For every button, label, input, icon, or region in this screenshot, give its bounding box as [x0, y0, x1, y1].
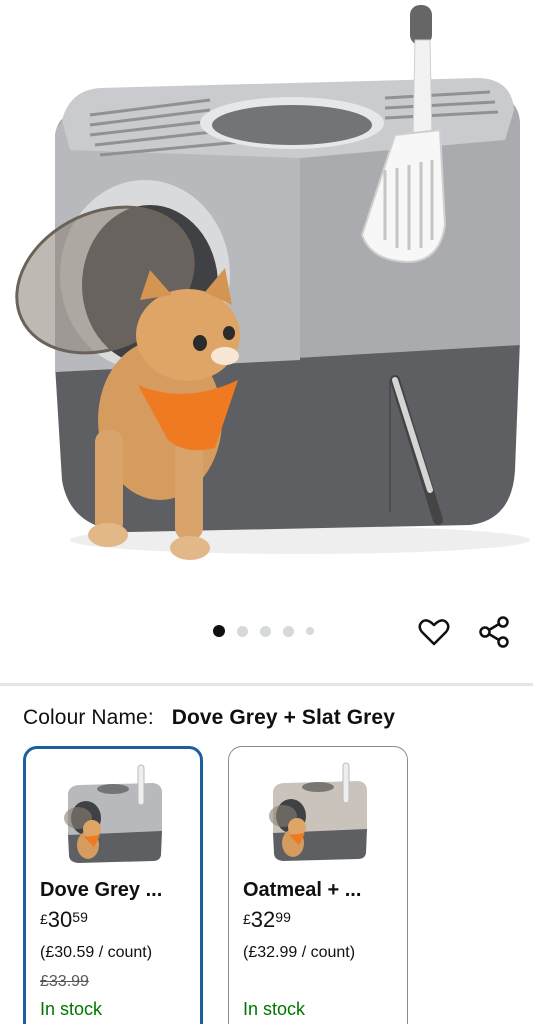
price-currency: £ [243, 911, 251, 927]
variant-name: Dove Grey ... [40, 879, 163, 901]
variant-thumbnail [229, 761, 407, 871]
stock-status: In stock [243, 999, 306, 1019]
share-button[interactable] [476, 614, 512, 650]
variant-price: £ 30 59 [40, 907, 88, 933]
variant-thumbnail [26, 763, 200, 873]
price-currency: £ [40, 911, 48, 927]
share-icon [479, 616, 509, 648]
price-fraction: 59 [72, 909, 88, 925]
price-whole: 30 [47, 907, 73, 932]
pagination-dot-5[interactable] [306, 627, 314, 635]
variant-card-oatmeal[interactable]: Oatmeal + ... £ 32 99 (£32.99 / count) I… [228, 746, 408, 1024]
colour-name-label: Colour Name: [23, 706, 154, 729]
pagination-dot-3[interactable] [260, 625, 271, 637]
variant-name: Oatmeal + ... [243, 879, 362, 901]
variant-price: £ 32 99 [243, 907, 291, 933]
image-pagination-dots[interactable] [213, 625, 314, 637]
price-whole: 32 [250, 907, 276, 932]
colour-name-row: Colour Name: Dove Grey + Slat Grey [23, 706, 395, 730]
pagination-dot-4[interactable] [283, 625, 294, 637]
variant-card-dove-grey[interactable]: Dove Grey ... £ 30 59 (£30.59 / count) £… [23, 746, 203, 1024]
pagination-dot-2[interactable] [237, 625, 248, 637]
favourite-button[interactable] [416, 614, 452, 650]
price-fraction: 99 [275, 909, 291, 925]
heart-icon [418, 619, 450, 646]
was-price: £33.99 [40, 973, 89, 990]
section-divider [0, 683, 533, 686]
colour-name-value: Dove Grey + Slat Grey [171, 706, 395, 729]
product-image[interactable] [0, 0, 533, 600]
unit-price: (£32.99 / count) [243, 944, 356, 961]
pagination-dot-1[interactable] [213, 625, 225, 637]
stock-status: In stock [40, 999, 103, 1019]
unit-price: (£30.59 / count) [40, 944, 153, 961]
